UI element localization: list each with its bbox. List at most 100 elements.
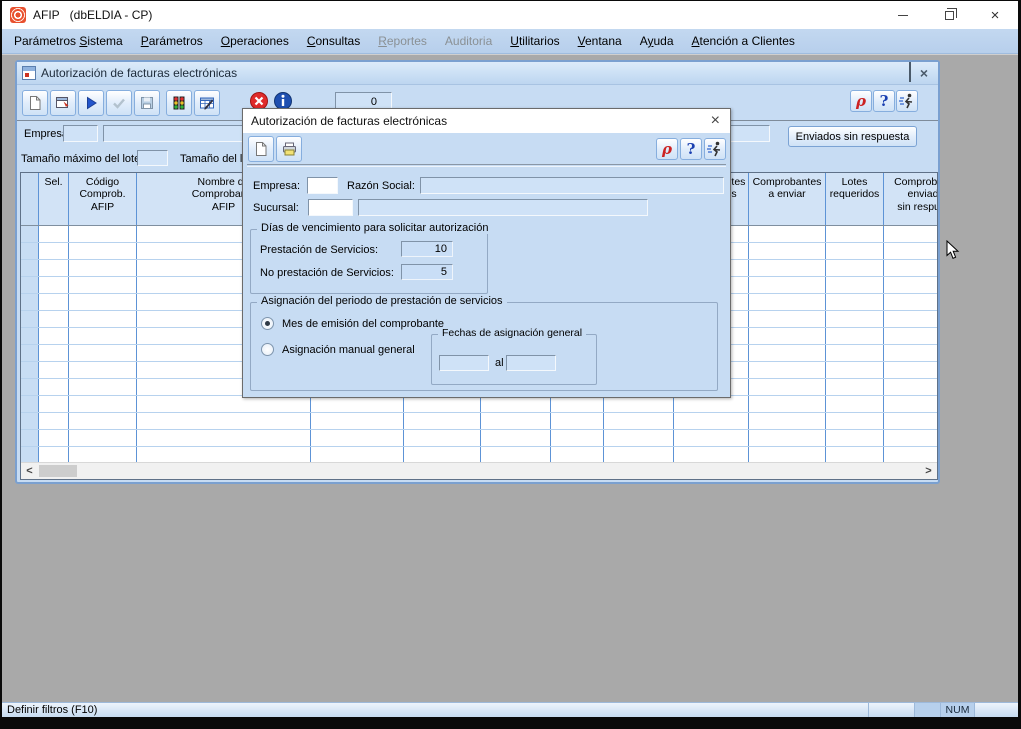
grid-column-header-11[interactable]: Lotes requeridos (826, 173, 884, 225)
dialog-new-button[interactable] (248, 136, 274, 162)
printer-icon (281, 141, 298, 158)
radio-asignacion-manual[interactable] (261, 343, 274, 356)
exit-runner-icon (898, 92, 916, 110)
lote-max-field[interactable] (137, 150, 168, 166)
exit-runner-icon (706, 140, 724, 158)
table-row[interactable] (21, 430, 938, 447)
dialog-filter-button[interactable]: ρ (656, 138, 678, 160)
menu-item-1[interactable]: Parámetros (132, 30, 212, 52)
vencimiento-groupbox: Días de vencimiento para solicitar autor… (250, 229, 488, 294)
al-label: al (495, 357, 504, 369)
fechas-groupbox: Fechas de asignación general al (431, 334, 597, 385)
num-lock-indicator: NUM (940, 703, 974, 717)
status-lights-button[interactable] (166, 90, 192, 116)
empresa-code-field[interactable] (63, 125, 98, 142)
scrollbar-thumb[interactable] (39, 465, 77, 477)
table-row[interactable] (21, 396, 938, 413)
minimize-button[interactable] (880, 1, 926, 29)
status-panel-2 (914, 703, 940, 717)
help-button[interactable]: ? (873, 90, 895, 112)
status-panel-3 (974, 703, 1018, 717)
mdi-client-area: Autorización de facturas electrónicas × (2, 54, 1018, 701)
sucursal-label: Sucursal: (253, 202, 299, 214)
grid-column-header-2[interactable]: Código Comprob. AFIP (69, 173, 137, 225)
mdi-child-titlebar: Autorización de facturas electrónicas × (17, 62, 938, 85)
run-button[interactable] (78, 90, 104, 116)
prestacion-field[interactable]: 10 (401, 241, 453, 257)
save-button[interactable] (134, 90, 160, 116)
vencimiento-legend: Días de vencimiento para solicitar autor… (257, 222, 492, 234)
exit-button[interactable] (896, 90, 918, 112)
fecha-desde-field (439, 355, 489, 371)
mdi-child-title: Autorización de facturas electrónicas (41, 66, 237, 80)
save-floppy-icon (139, 95, 155, 111)
menu-item-8[interactable]: Ayuda (631, 30, 683, 52)
status-bar: Definir filtros (F10) NUM (2, 702, 1018, 717)
radio-mes-emision[interactable] (261, 317, 274, 330)
confirm-button[interactable] (106, 90, 132, 116)
filter-button[interactable]: ρ (850, 90, 872, 112)
properties-button[interactable] (50, 90, 76, 116)
razon-social-label: Razón Social: (347, 180, 415, 192)
app-window: AFIP (dbELDIA - CP) × Parámetros Sistema… (2, 1, 1018, 717)
maximize-icon (909, 62, 911, 82)
filter-rho-icon: ρ (662, 142, 672, 157)
asignacion-legend: Asignación del periodo de prestación de … (257, 295, 507, 307)
screen: AFIP (dbELDIA - CP) × Parámetros Sistema… (0, 0, 1021, 729)
table-row[interactable] (21, 413, 938, 430)
close-icon: × (991, 8, 1000, 23)
help-question-icon: ? (880, 94, 889, 109)
radio-mes-label[interactable]: Mes de emisión del comprobante (282, 318, 444, 330)
enviados-sin-respuesta-button[interactable]: Enviados sin respuesta (788, 126, 917, 147)
dialog-empresa-field[interactable] (307, 177, 338, 194)
table-edit-icon (199, 95, 215, 111)
menu-item-0[interactable]: Parámetros Sistema (5, 30, 132, 52)
menu-item-3[interactable]: Consultas (298, 30, 369, 52)
menu-item-7[interactable]: Ventana (569, 30, 631, 52)
restore-icon (945, 11, 954, 20)
grid-edit-button[interactable] (194, 90, 220, 116)
new-document-icon (253, 141, 269, 157)
dialog-print-button[interactable] (276, 136, 302, 162)
menu-bar: Parámetros SistemaParámetrosOperacionesC… (2, 29, 1018, 54)
horizontal-scrollbar[interactable]: < > (21, 462, 937, 479)
dialog-exit-button[interactable] (704, 138, 726, 160)
status-panel-1 (868, 703, 914, 717)
new-button[interactable] (22, 90, 48, 116)
grid-column-header-12[interactable]: Comprobantes enviados sin respuesta (884, 173, 938, 225)
dialog-help-button[interactable]: ? (680, 138, 702, 160)
main-titlebar: AFIP (dbELDIA - CP) × (2, 1, 1018, 29)
sucursal-field[interactable] (308, 199, 353, 216)
window-title: AFIP (dbELDIA - CP) (33, 8, 152, 22)
caption-buttons: × (880, 1, 1018, 29)
menu-item-6[interactable]: Utilitarios (501, 30, 568, 52)
menu-item-4: Reportes (369, 30, 436, 52)
no-prestacion-field[interactable]: 5 (401, 264, 453, 280)
mouse-cursor (946, 240, 960, 265)
prestacion-label: Prestación de Servicios: (260, 244, 378, 256)
dialog-close-button[interactable]: × (707, 113, 724, 129)
menu-item-5: Auditoria (436, 30, 501, 52)
child-maximize-button[interactable] (909, 64, 911, 82)
new-document-icon (27, 95, 43, 111)
menu-item-2[interactable]: Operaciones (212, 30, 298, 52)
status-message: Definir filtros (F10) (2, 704, 97, 716)
scroll-left-arrow[interactable]: < (21, 463, 38, 479)
lote-max-label: Tamaño máximo del lote: (21, 153, 143, 165)
traffic-light-icon (171, 95, 187, 111)
menu-item-9[interactable]: Atención a Clientes (683, 30, 804, 52)
child-close-button[interactable]: × (920, 66, 928, 80)
form-window-icon (22, 66, 36, 80)
autorizacion-dialog: Autorización de facturas electrónicas × … (242, 108, 731, 398)
check-icon (111, 95, 127, 111)
grid-column-header-0[interactable] (21, 173, 39, 225)
grid-column-header-10[interactable]: Comprobantes a enviar (749, 173, 826, 225)
restore-button[interactable] (926, 1, 972, 29)
close-button[interactable]: × (972, 1, 1018, 29)
dialog-titlebar: Autorización de facturas electrónicas × (243, 109, 730, 133)
fechas-legend: Fechas de asignación general (438, 327, 586, 339)
scroll-right-arrow[interactable]: > (920, 463, 937, 479)
radio-manual-label[interactable]: Asignación manual general (282, 344, 415, 356)
grid-column-header-1[interactable]: Sel. (39, 173, 69, 225)
help-question-icon: ? (687, 142, 696, 157)
